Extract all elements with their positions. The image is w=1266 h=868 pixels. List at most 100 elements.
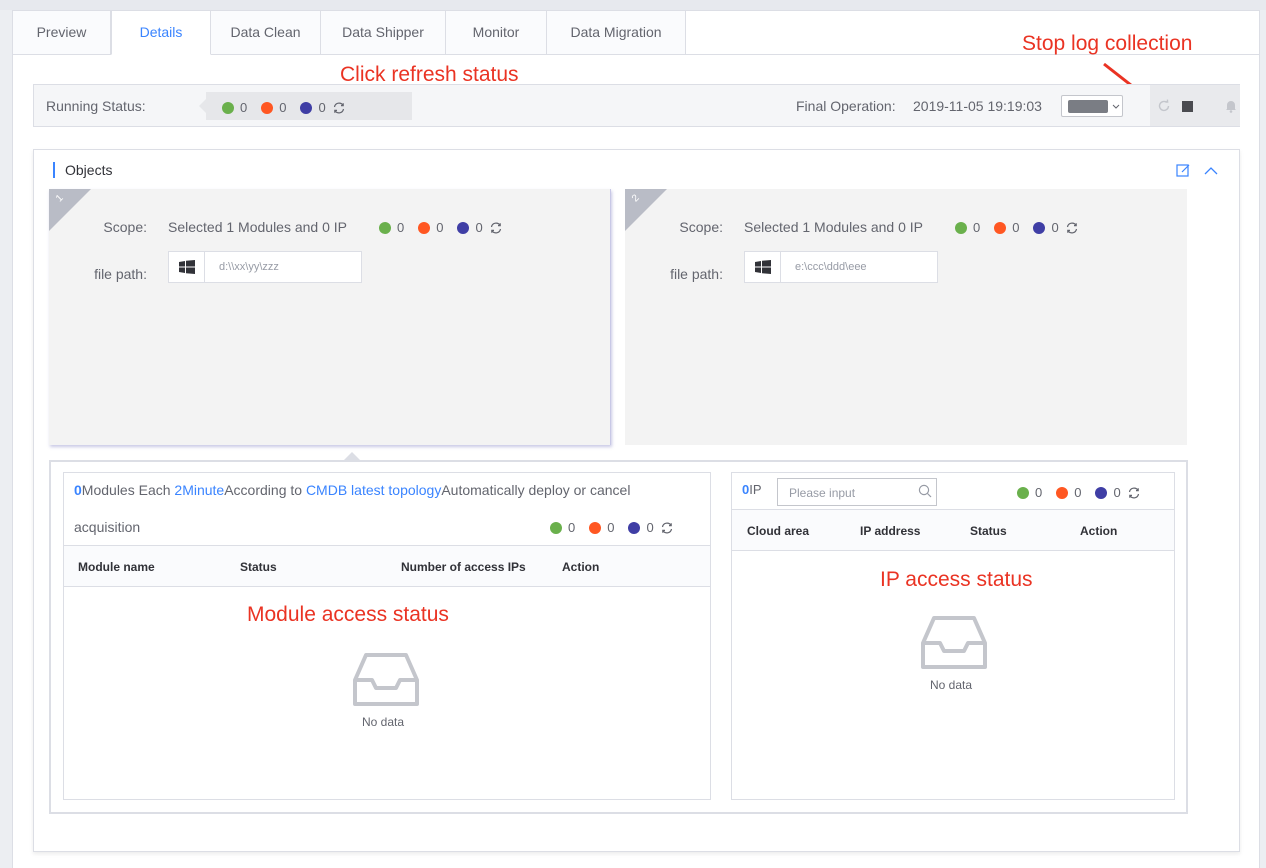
tab-data-clean[interactable]: Data Clean [211, 11, 321, 55]
chevron-up-icon[interactable] [1204, 166, 1218, 175]
file-path-field[interactable]: e:\ccc\ddd\eee [744, 251, 938, 283]
green-dot [379, 221, 391, 234]
windows-icon [745, 252, 781, 282]
refresh-icon[interactable] [1127, 486, 1141, 500]
refresh-icon[interactable] [489, 221, 503, 235]
annotation-ip: IP access status [880, 568, 1033, 591]
orange-count: 0 [279, 100, 287, 115]
file-path-label: file path: [94, 266, 147, 282]
windows-icon [169, 252, 205, 282]
ip-table-header: Cloud area IP address Status Action [732, 509, 1174, 551]
orange-count: 0 [1012, 220, 1020, 235]
refresh-icon[interactable] [332, 101, 346, 115]
blue-dot [457, 221, 470, 234]
green-count: 0 [1035, 485, 1043, 500]
col-module-name: Module name [78, 560, 155, 574]
blue-count: 0 [1051, 220, 1059, 235]
annotation-stop: Stop log collection [1022, 32, 1193, 55]
scope-text: Selected 1 Modules and 0 IP [168, 219, 348, 235]
file-path-field[interactable]: d:\\xx\yy\zzz [168, 251, 362, 283]
edit-icon[interactable] [1176, 163, 1191, 178]
inbox-icon [921, 616, 987, 669]
final-operation-label: Final Operation: [796, 98, 896, 114]
tab-details[interactable]: Details [111, 11, 211, 55]
scope-text: Selected 1 Modules and 0 IP [744, 219, 924, 235]
green-dot [550, 521, 562, 534]
blue-dot [1033, 221, 1046, 234]
green-dot [955, 221, 967, 234]
chevron-down-icon [1112, 104, 1120, 109]
tab-data-migration[interactable]: Data Migration [547, 11, 686, 55]
green-count: 0 [240, 100, 248, 115]
access-status-region: 0Modules Each 2MinuteAccording to CMDB l… [49, 460, 1188, 814]
blue-count: 0 [1113, 485, 1121, 500]
refresh-icon[interactable] [1157, 99, 1171, 113]
green-dot [222, 101, 234, 114]
orange-count: 0 [607, 520, 615, 535]
module-interval[interactable]: 2Minute [174, 482, 224, 498]
status-pill: 0 0 0 [206, 92, 412, 120]
module-text-2: According to [224, 482, 306, 498]
col-ip-status: Status [970, 524, 1007, 538]
ip-summary: 0IP [742, 482, 762, 497]
topology-link[interactable]: CMDB latest topology [306, 482, 441, 498]
module-summary: 0Modules Each 2MinuteAccording to CMDB l… [74, 482, 630, 498]
objects-panel: Objects 1 Scope: Selected 1 Modules and … [33, 149, 1240, 852]
orange-dot [994, 221, 1007, 234]
col-action: Action [562, 560, 600, 574]
ip-search-placeholder: Please input [789, 486, 856, 500]
col-cloud-area: Cloud area [747, 524, 810, 538]
ip-search-input[interactable]: Please input [777, 478, 937, 506]
scope-label: Scope: [103, 219, 147, 235]
file-path-value: e:\ccc\ddd\eee [795, 261, 867, 273]
selection-pointer [344, 452, 360, 460]
refresh-icon[interactable] [1065, 221, 1079, 235]
module-empty-text: No data [362, 715, 405, 729]
annotation-module: Module access status [247, 603, 449, 626]
toggle-knob [1068, 100, 1108, 113]
objects-title: Objects [53, 162, 112, 178]
orange-dot [418, 221, 431, 234]
module-text-1: Modules Each [81, 482, 175, 498]
green-dot [1017, 486, 1029, 499]
module-text-4: acquisition [74, 519, 141, 535]
object-card-2[interactable]: 2 Scope: Selected 1 Modules and 0 IP 0 0… [625, 189, 1187, 445]
tab-data-shipper[interactable]: Data Shipper [321, 11, 446, 55]
col-access-ips: Number of access IPs [401, 560, 526, 574]
blue-count: 0 [318, 100, 326, 115]
file-path-value: d:\\xx\yy\zzz [219, 261, 279, 273]
ip-panel: 0IP Please input 0 0 0 Cloud area IP add… [731, 472, 1175, 800]
scope-label: Scope: [679, 219, 723, 235]
running-status-bar: Running Status: 0 0 0 Final Operation: 2… [33, 84, 1240, 127]
orange-dot [261, 101, 274, 114]
green-count: 0 [568, 520, 576, 535]
col-status: Status [240, 560, 277, 574]
stop-icon[interactable] [1182, 101, 1193, 112]
tab-preview[interactable]: Preview [13, 11, 111, 55]
col-ip-action: Action [1080, 524, 1118, 538]
search-icon[interactable] [918, 484, 932, 498]
tab-monitor[interactable]: Monitor [446, 11, 547, 55]
col-ip-address: IP address [860, 524, 921, 538]
ip-unit: IP [749, 482, 762, 497]
ip-empty-text: No data [930, 678, 973, 692]
module-table-header: Module name Status Number of access IPs … [64, 545, 710, 587]
refresh-icon[interactable] [660, 521, 674, 535]
green-count: 0 [397, 220, 405, 235]
module-text-3: Automatically deploy or cancel [441, 482, 631, 498]
module-count: 0 [74, 482, 82, 498]
object-card-1[interactable]: 1 Scope: Selected 1 Modules and 0 IP 0 0… [49, 189, 611, 445]
file-path-label: file path: [670, 266, 723, 282]
module-panel: 0Modules Each 2MinuteAccording to CMDB l… [63, 472, 711, 800]
orange-count: 0 [436, 220, 444, 235]
bell-icon[interactable] [1225, 99, 1237, 113]
collection-toggle[interactable] [1061, 95, 1123, 117]
final-operation-time: 2019-11-05 19:19:03 [913, 98, 1042, 114]
blue-dot [1095, 486, 1108, 499]
tab-bar: Preview Details Data Clean Data Shipper … [13, 11, 686, 55]
blue-dot [628, 521, 641, 534]
inbox-icon [353, 653, 419, 706]
blue-count: 0 [475, 220, 483, 235]
orange-dot [1056, 486, 1069, 499]
top-strip [0, 0, 1266, 10]
